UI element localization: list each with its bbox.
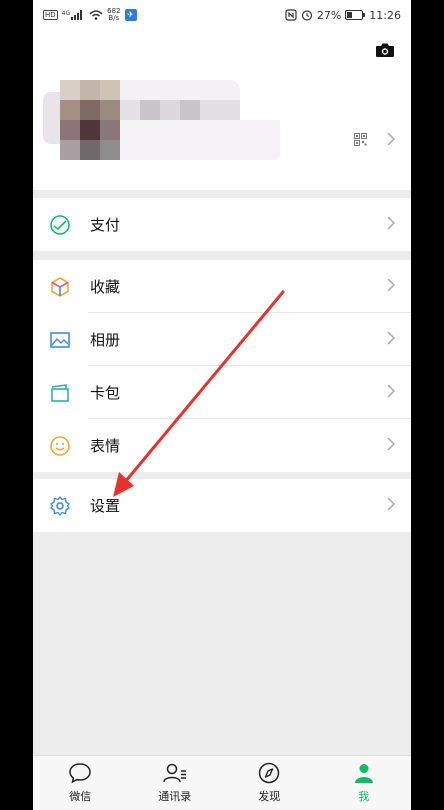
phone-screen: HD 4G 682 B/s ✈ 27% 11:26 支付 收藏 相册 卡包 表情… xyxy=(33,0,411,810)
favorites-cube-icon xyxy=(49,276,71,298)
chevron-right-icon xyxy=(387,331,395,345)
album-picture-icon xyxy=(49,329,71,351)
contacts-person-icon xyxy=(163,763,186,783)
me-person-icon xyxy=(354,764,373,783)
signal-bars-icon xyxy=(71,10,83,20)
menu-label-favorites: 收藏 xyxy=(90,278,121,296)
group-settings: 设置 xyxy=(33,479,411,532)
chevron-right-icon xyxy=(387,278,395,292)
tab-discover[interactable]: 发现 xyxy=(222,756,317,810)
qr-code-icon[interactable] xyxy=(354,132,367,146)
chat-bubble-icon xyxy=(69,763,92,784)
tab-label-discover: 发现 xyxy=(258,790,281,803)
tab-chats[interactable]: 微信 xyxy=(33,756,128,810)
chevron-right-icon xyxy=(387,497,395,511)
tab-label-me: 我 xyxy=(358,790,370,803)
pay-icon xyxy=(49,214,71,236)
alarm-clock-icon xyxy=(301,10,312,21)
gear-icon xyxy=(49,495,71,517)
camera-icon[interactable] xyxy=(375,42,395,62)
chevron-right-icon xyxy=(387,216,395,230)
signal-label: 4G xyxy=(61,10,71,17)
wifi-icon xyxy=(89,10,103,20)
status-bar: HD 4G 682 B/s ✈ 27% 11:26 xyxy=(33,0,411,30)
wallet-card-icon xyxy=(49,382,71,404)
menu-item-cards[interactable]: 卡包 xyxy=(33,366,411,419)
hd-badge: HD xyxy=(43,10,58,20)
notification-app-icon: ✈ xyxy=(124,9,137,21)
bottom-tab-bar: 微信 通讯录 发现 我 xyxy=(33,755,411,810)
avatar-blurred[interactable] xyxy=(43,80,283,162)
compass-icon xyxy=(259,762,280,784)
nfc-icon xyxy=(285,9,297,21)
cellular-signal-icon: 4G xyxy=(62,10,85,20)
smiley-face-icon xyxy=(49,435,71,457)
status-right: 27% 11:26 xyxy=(285,9,401,22)
chevron-right-icon xyxy=(387,384,395,398)
menu-label-settings: 设置 xyxy=(90,497,121,515)
menu-item-settings[interactable]: 设置 xyxy=(33,479,411,532)
group-pay: 支付 xyxy=(33,198,411,251)
group-collections: 收藏 相册 卡包 表情 xyxy=(33,260,411,472)
menu-label-pay: 支付 xyxy=(90,216,121,234)
chevron-right-icon xyxy=(387,437,395,451)
battery-icon xyxy=(345,10,366,20)
status-left: HD 4G 682 B/s ✈ xyxy=(43,8,137,22)
clock-time: 11:26 xyxy=(369,8,401,22)
menu-label-cards: 卡包 xyxy=(90,384,121,402)
tab-me[interactable]: 我 xyxy=(317,756,412,810)
menu-label-stickers: 表情 xyxy=(90,437,121,455)
net-speed-unit: B/s xyxy=(108,14,120,22)
battery-percent: 27% xyxy=(316,8,342,22)
tab-contacts[interactable]: 通讯录 xyxy=(128,756,223,810)
tab-label-chats: 微信 xyxy=(69,790,92,803)
chevron-right-icon xyxy=(387,132,395,146)
menu-item-favorites[interactable]: 收藏 xyxy=(33,260,411,313)
menu-item-stickers[interactable]: 表情 xyxy=(33,419,411,472)
qr-and-chevron[interactable] xyxy=(354,132,395,146)
menu-item-album[interactable]: 相册 xyxy=(33,313,411,366)
profile-header[interactable] xyxy=(33,30,411,190)
tab-label-contacts: 通讯录 xyxy=(158,790,192,803)
menu-label-album: 相册 xyxy=(90,331,121,349)
network-speed: 682 B/s xyxy=(107,8,120,22)
menu-item-pay[interactable]: 支付 xyxy=(33,198,411,251)
